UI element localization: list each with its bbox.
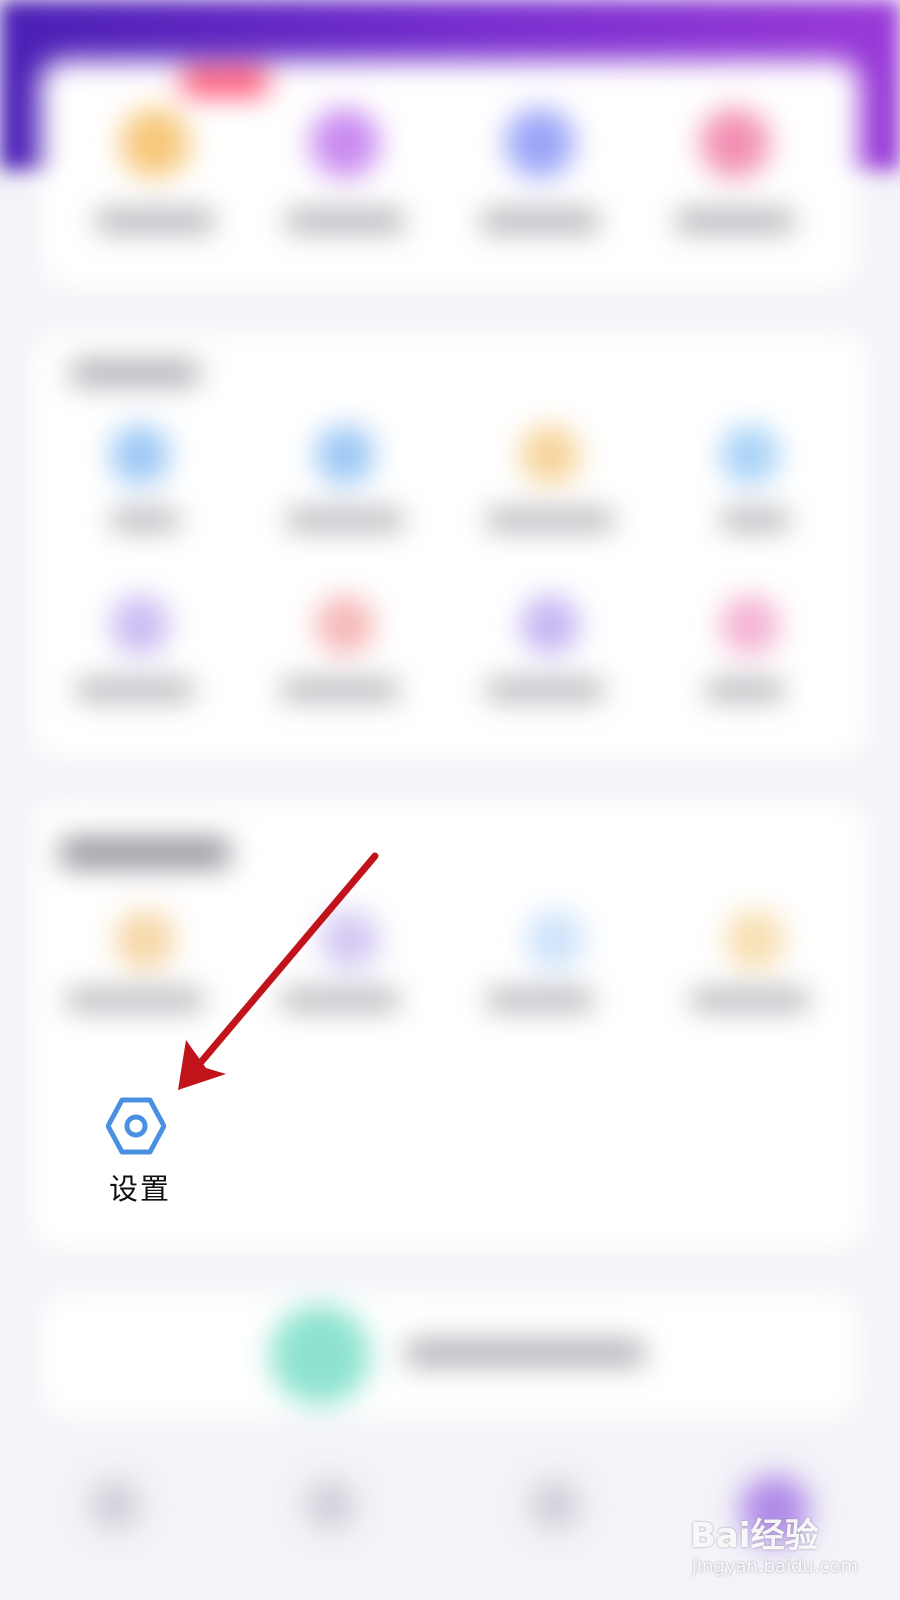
tool-label [110,510,180,530]
tool-icon [720,595,780,655]
quick-action-icon [505,108,575,178]
quick-action-icon [120,108,190,178]
tool-label [485,680,605,700]
quick-action-icon [700,108,770,178]
quick-action-label [675,210,795,232]
settings-item[interactable]: 设置 [80,1070,200,1220]
nav-icon [530,1480,580,1530]
tool-icon [110,595,170,655]
section-title [70,360,200,386]
service-icon [320,910,380,970]
tool-label [285,510,405,530]
tool-icon [520,425,580,485]
service-icon [725,910,785,970]
tools-card [30,330,870,760]
quick-actions-card [40,60,860,290]
nav-icon [90,1480,140,1530]
baidu-watermark: Bai经验 jingyan.baidu.com [690,1500,890,1590]
banner-icon [270,1305,370,1405]
tool-icon [315,595,375,655]
hexagon-gear-icon [106,1097,166,1155]
service-label [65,990,205,1010]
service-label [485,990,595,1010]
tool-label [280,680,400,700]
service-icon [525,910,585,970]
service-icon [115,910,175,970]
tool-icon [520,595,580,655]
tool-label [720,510,790,530]
quick-action-label [95,210,215,232]
tool-icon [110,425,170,485]
quick-action-label [285,210,405,232]
settings-label: 设置 [108,1172,171,1206]
tool-icon [315,425,375,485]
tool-label [75,680,195,700]
section-title [60,838,230,868]
tool-label [705,680,785,700]
tool-icon [720,425,780,485]
quick-action-label [480,210,600,232]
banner-text [405,1340,645,1366]
quick-action-icon [310,108,380,178]
badge [180,68,270,96]
service-label [280,990,400,1010]
watermark-main: Bai经验 [690,1516,819,1556]
service-label [690,990,810,1010]
nav-icon [305,1480,355,1530]
watermark-sub: jingyan.baidu.com [692,1556,859,1577]
tool-label [485,510,615,530]
banner-card [40,1290,860,1420]
